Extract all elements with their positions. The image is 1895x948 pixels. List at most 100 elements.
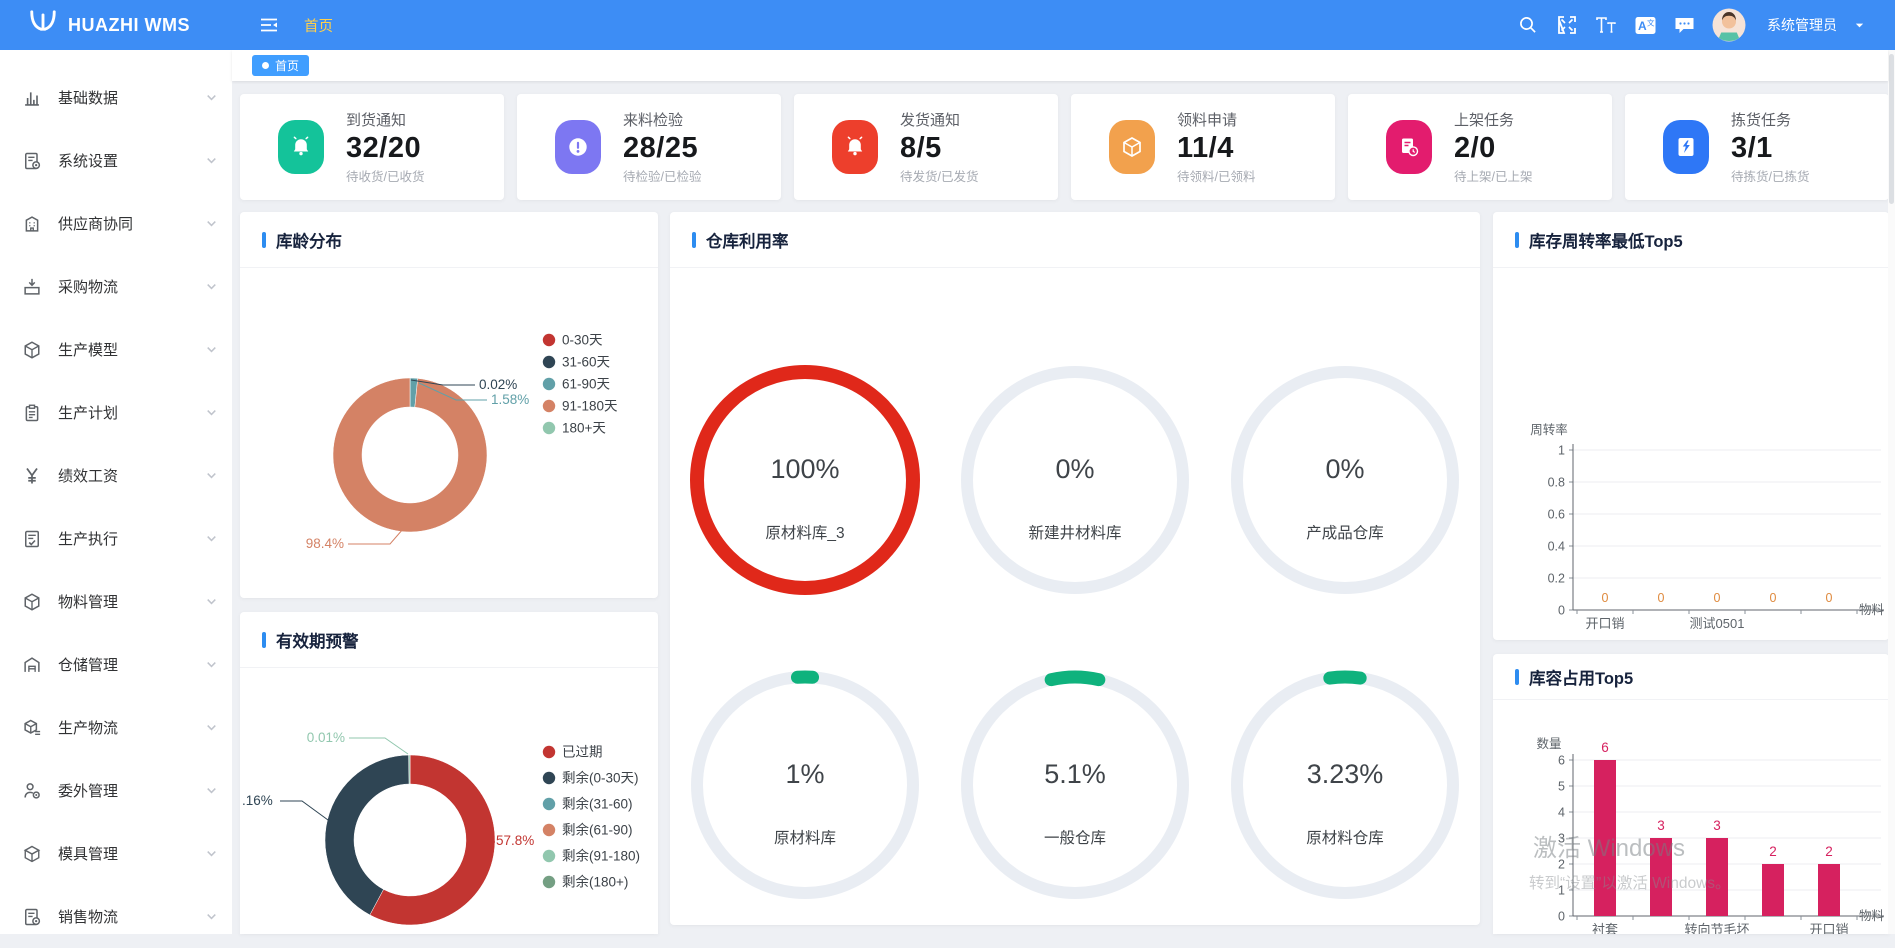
svg-text:0: 0	[1714, 591, 1721, 605]
logo[interactable]: HUAZHI WMS	[0, 8, 232, 43]
import-box-icon	[20, 275, 44, 299]
svg-text:剩余(91-180): 剩余(91-180)	[562, 848, 640, 864]
chevron-down-icon	[205, 469, 218, 482]
sidebar-item-3[interactable]: 供应商协同	[0, 192, 232, 255]
tagbar: 首页	[232, 50, 1888, 81]
svg-text:0: 0	[1558, 604, 1565, 618]
sidebar-item-13[interactable]: 模具管理	[0, 822, 232, 885]
svg-text:1%: 1%	[785, 759, 824, 789]
svg-text:周转率: 周转率	[1530, 422, 1568, 437]
stat-title: 发货通知	[900, 109, 960, 130]
stat-card-5[interactable]: 上架任务2/0待上架/已上架	[1348, 94, 1612, 200]
svg-text:0.2: 0.2	[1548, 572, 1565, 586]
sidebar-item-8[interactable]: 生产执行	[0, 507, 232, 570]
sidebar-menu: 基础数据系统设置供应商协同采购物流生产模型生产计划绩效工资生产执行物料管理仓储管…	[0, 50, 232, 934]
svg-text:180+天: 180+天	[562, 421, 606, 436]
stat-card-1[interactable]: 到货通知32/20待收货/已收货	[240, 94, 504, 200]
document-gear-icon	[20, 905, 44, 929]
diamond-box-icon	[20, 842, 44, 866]
sidebar-item-label: 销售物流	[58, 906, 205, 927]
stat-subtitle: 待拣货/已拣货	[1731, 166, 1809, 185]
top-navbar: HUAZHI WMS 首页 A文 系统管理员	[0, 0, 1895, 50]
sidebar-item-5[interactable]: 生产模型	[0, 318, 232, 381]
tag-home[interactable]: 首页	[252, 55, 309, 76]
capacity-bar-chart[interactable]: 012345663322衬套转向节毛坯开口销数量物料激活 Windows转到“设…	[1493, 704, 1889, 934]
stock-age-donut-chart[interactable]: 0.02%1.58%98.4%0-30天31-60天61-90天91-180天1…	[240, 268, 658, 598]
utilization-rings-chart[interactable]: 100%原材料库_30%新建井材料库0%产成品仓库1%原材料库5.1%一般仓库3…	[670, 268, 1480, 925]
svg-text:5.1%: 5.1%	[1044, 759, 1106, 789]
stat-value: 8/5	[900, 133, 942, 163]
sidebar-item-2[interactable]: 系统设置	[0, 129, 232, 192]
svg-text:剩余(0-30天): 剩余(0-30天)	[562, 770, 639, 786]
vertical-scrollbar[interactable]	[1888, 50, 1895, 934]
title-accent-bar	[262, 632, 266, 648]
chevron-down-icon	[205, 847, 218, 860]
svg-text:转向节毛坯: 转向节毛坯	[1684, 922, 1749, 934]
svg-text:转到“设置”以激活 Windows。: 转到“设置”以激活 Windows。	[1529, 874, 1731, 892]
sidebar-item-1[interactable]: 基础数据	[0, 66, 232, 129]
svg-text:0: 0	[1770, 591, 1777, 605]
message-icon[interactable]	[1673, 14, 1695, 36]
svg-text:文: 文	[1647, 17, 1655, 27]
cube-icon	[20, 590, 44, 614]
sidebar-item-label: 生产执行	[58, 528, 205, 549]
person-gear-icon	[20, 779, 44, 803]
exclamation-icon	[555, 120, 601, 174]
svg-text:1: 1	[1558, 444, 1565, 458]
stat-title: 拣货任务	[1731, 109, 1791, 130]
chevron-down-icon	[205, 910, 218, 923]
sidebar-item-4[interactable]: 采购物流	[0, 255, 232, 318]
stat-value: 28/25	[623, 133, 698, 163]
svg-text:已过期: 已过期	[562, 745, 603, 760]
tag-active-dot	[262, 62, 269, 69]
chevron-down-icon	[205, 154, 218, 167]
card-title-expiry: 有效期预警	[276, 628, 359, 652]
card-turnover: 库存周转率最低Top5 00.20.40.60.8100000开口销测试0501…	[1493, 212, 1889, 640]
sidebar-item-label: 生产物流	[58, 717, 205, 738]
sidebar-item-7[interactable]: 绩效工资	[0, 444, 232, 507]
svg-text:剩余(31-60): 剩余(31-60)	[562, 796, 633, 812]
chevron-down-icon	[205, 217, 218, 230]
nav-item-home[interactable]: 首页	[304, 15, 333, 36]
stat-card-2[interactable]: 来料检验28/25待检验/已检验	[517, 94, 781, 200]
sidebar-item-6[interactable]: 生产计划	[0, 381, 232, 444]
sidebar-item-12[interactable]: 委外管理	[0, 759, 232, 822]
sidebar-item-label: 模具管理	[58, 843, 205, 864]
svg-text:2: 2	[1769, 844, 1777, 859]
svg-text:31-60天: 31-60天	[562, 355, 611, 370]
building-icon	[20, 212, 44, 236]
scrollbar-thumb[interactable]	[1889, 54, 1894, 204]
sidebar-item-9[interactable]: 物料管理	[0, 570, 232, 633]
sidebar-item-10[interactable]: 仓储管理	[0, 633, 232, 696]
svg-text:原材料仓库: 原材料仓库	[1306, 829, 1384, 847]
sidebar-item-14[interactable]: 销售物流	[0, 885, 232, 948]
title-accent-bar	[262, 232, 266, 248]
user-name[interactable]: 系统管理员	[1767, 15, 1837, 35]
chevron-down-icon	[205, 343, 218, 356]
svg-text:物料: 物料	[1859, 909, 1885, 923]
translate-icon[interactable]: A文	[1634, 14, 1656, 36]
sidebar-item-11[interactable]: 生产物流	[0, 696, 232, 759]
chevron-down-icon[interactable]	[1854, 20, 1865, 31]
stat-card-6[interactable]: 拣货任务3/1待拣货/已拣货	[1625, 94, 1889, 200]
svg-text:4: 4	[1558, 806, 1565, 820]
document-check-icon	[20, 527, 44, 551]
avatar[interactable]	[1712, 8, 1746, 42]
svg-text:1.58%: 1.58%	[491, 392, 529, 407]
search-icon[interactable]	[1517, 14, 1539, 36]
font-size-icon[interactable]	[1595, 14, 1617, 36]
stat-card-4[interactable]: 领料申请11/4待领料/已领料	[1071, 94, 1335, 200]
chevron-down-icon	[205, 91, 218, 104]
logo-text: HUAZHI WMS	[68, 15, 190, 36]
sidebar-item-label: 仓储管理	[58, 654, 205, 675]
fullscreen-icon[interactable]	[1556, 14, 1578, 36]
turnover-line-chart[interactable]: 00.20.40.60.8100000开口销测试0501周转率物料	[1493, 268, 1889, 640]
chevron-down-icon	[205, 406, 218, 419]
sidebar-collapse-icon[interactable]	[258, 14, 280, 36]
expiry-donut-chart[interactable]: 0.01%.16%57.8%已过期剩余(0-30天)剩余(31-60)剩余(61…	[240, 668, 658, 934]
doc-clock-icon	[1386, 120, 1432, 174]
bell-icon	[278, 120, 324, 174]
stat-card-3[interactable]: 发货通知8/5待发货/已发货	[794, 94, 1058, 200]
document-gear-icon	[20, 149, 44, 173]
svg-text:6: 6	[1601, 740, 1609, 755]
